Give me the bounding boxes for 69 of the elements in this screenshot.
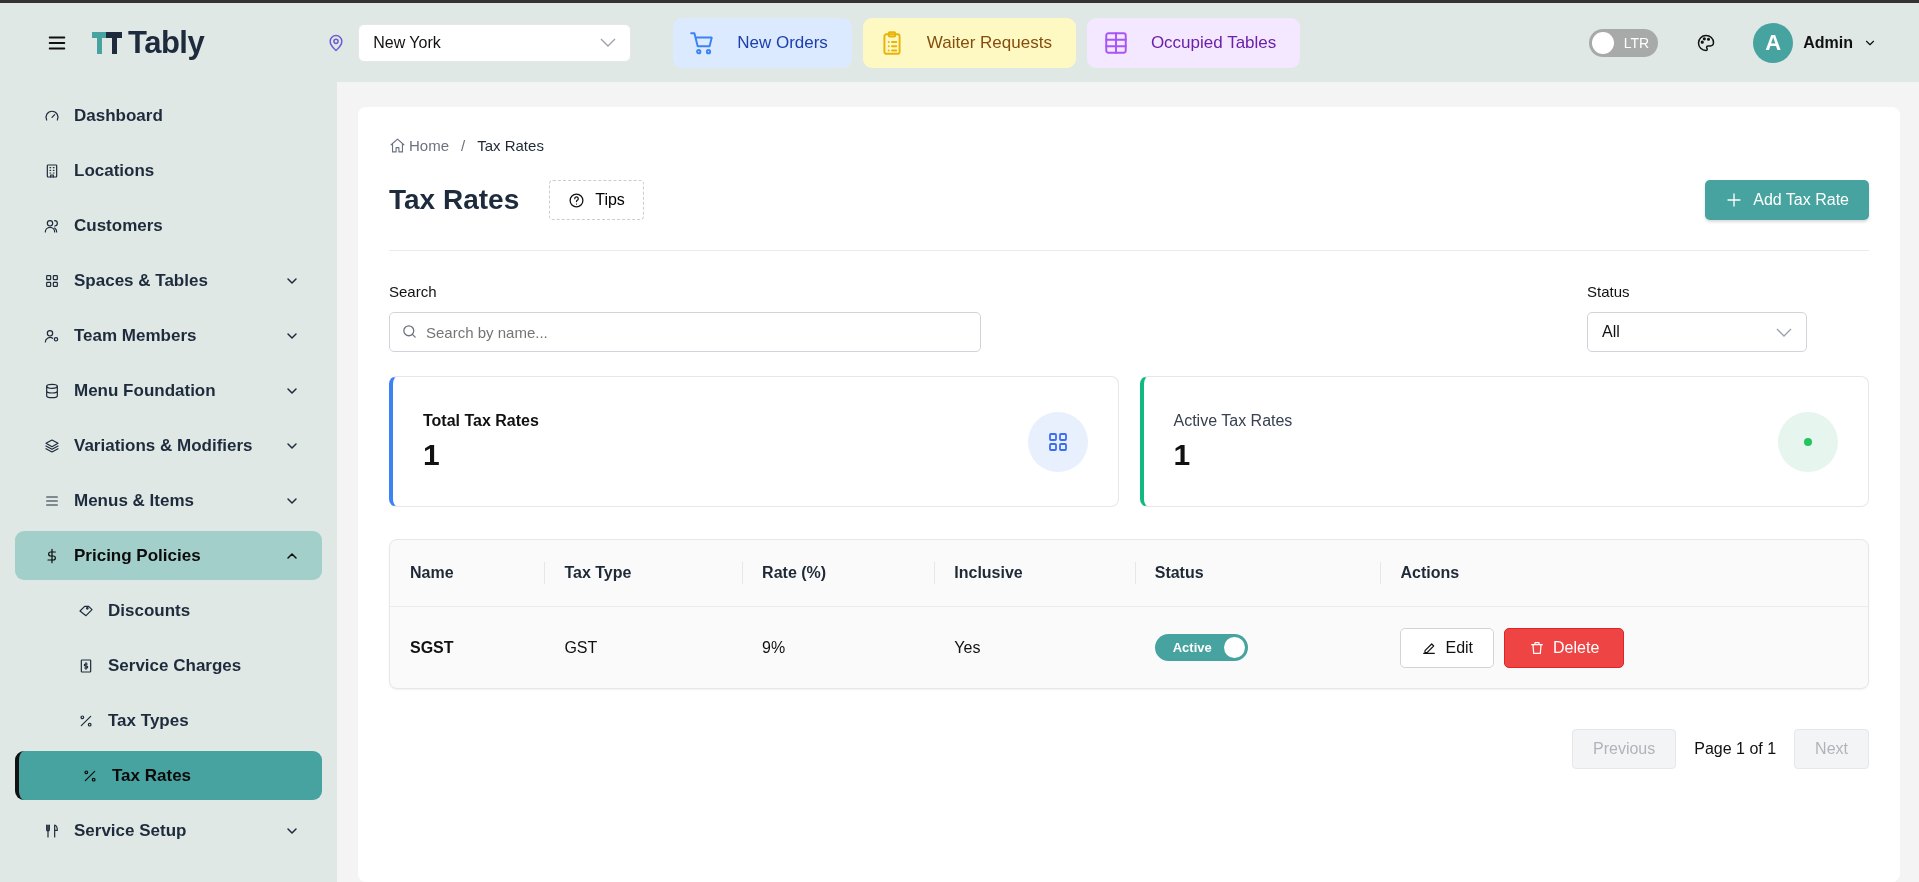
sidebar-item[interactable]: Menu Foundation [15,366,322,415]
table-cell: GST [564,638,598,656]
column-header: Name [410,564,454,581]
status-select[interactable]: All [1587,312,1807,352]
plus-icon [1725,191,1744,209]
quick-action-button[interactable]: New Orders [673,17,852,68]
breadcrumb-separator: / [461,137,466,154]
sidebar-item[interactable]: Customers [15,201,322,250]
quick-action-button[interactable]: Occupied Tables [1086,17,1301,68]
building-icon [44,162,60,179]
search-icon [401,323,418,340]
sidebar-item[interactable]: Locations [15,146,322,195]
logo-text: Tably [128,24,205,61]
dot-icon [1804,437,1812,446]
table-cell: SGST [410,638,454,656]
status-label: Status [1587,283,1631,300]
tips-button[interactable]: Tips [549,180,644,220]
trash-icon [1529,639,1546,656]
column-header: Tax Type [564,564,632,581]
stat-value: 1 [1173,437,1192,472]
sidebar-item[interactable]: Discounts [15,586,322,635]
column-header: Status [1154,564,1204,581]
column-header: Actions [1400,564,1460,581]
column-header: Inclusive [954,564,1023,581]
column-header: Rate (%) [762,564,827,581]
sidebar-item[interactable]: Spaces & Tables [15,256,322,305]
sidebar-item[interactable]: Service Setup [15,806,322,855]
chevron-down-icon [1776,327,1792,337]
sidebar-item[interactable]: Service Charges [15,641,322,690]
palette-icon [1696,32,1717,53]
grid-icon [44,272,60,289]
percent-icon [78,712,94,729]
home-icon [389,137,406,154]
location-select[interactable]: New York [358,23,632,62]
sidebar-item[interactable]: Variations & Modifiers [15,421,322,470]
layers-icon [44,437,60,454]
user-menu[interactable]: A Admin [1753,22,1877,63]
stat-label: Active Tax Rates [1173,411,1293,430]
receipt-icon [78,657,94,674]
help-icon [568,191,586,209]
logo-icon [90,29,124,56]
delete-button[interactable]: Delete [1504,627,1625,668]
search-field[interactable]: Search by name... [389,312,981,352]
cart-icon [689,29,716,56]
stat-label: Total Tax Rates [423,411,539,430]
quick-action-button[interactable]: Waiter Requests [862,17,1076,68]
chevron-down-icon [600,38,617,47]
users-icon [44,217,60,234]
table-cell: 9% [762,638,786,656]
breadcrumb-home-link[interactable]: Home [389,137,449,154]
database-icon [44,382,60,399]
search-label: Search [389,283,438,300]
sidebar-item[interactable]: Team Members [15,311,322,360]
breadcrumb-current: Tax Rates [477,137,544,154]
sidebar-item[interactable]: Menus & Items [15,476,322,525]
sidebar-item[interactable]: Tax Rates [15,751,322,800]
sidebar-item[interactable]: Dashboard [15,91,322,140]
sidebar-item[interactable]: Tax Types [15,696,322,745]
stat-value: 1 [423,437,441,472]
page-title: Tax Rates [389,184,520,216]
edit-button[interactable]: Edit [1400,627,1495,668]
page-indicator: Page 1 of 1 [1694,740,1777,758]
percent-icon [82,767,98,784]
table-grid-icon [1102,29,1129,56]
sidebar-item[interactable]: Pricing Policies [15,531,322,580]
utensils-icon [44,822,60,839]
table-cell: Yes [954,638,981,656]
palette-button[interactable] [1696,32,1717,53]
user-gear-icon [44,327,60,344]
